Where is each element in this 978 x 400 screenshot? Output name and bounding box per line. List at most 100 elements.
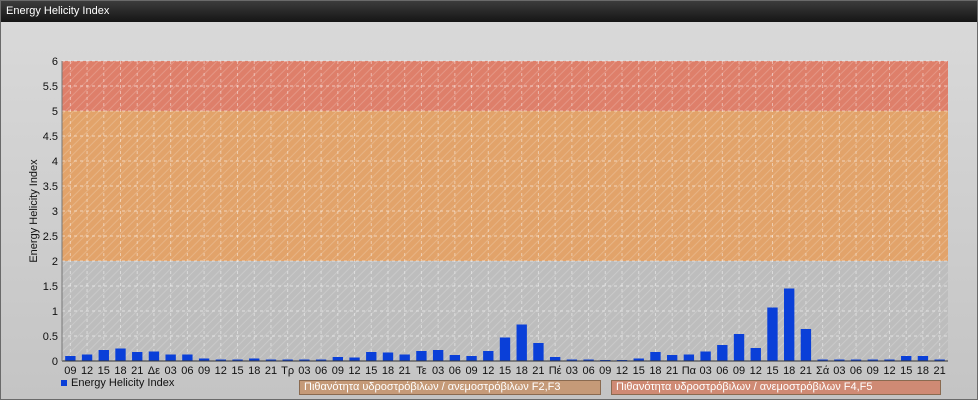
x-tick-label: Τρ xyxy=(281,365,294,377)
bar xyxy=(65,356,76,361)
x-tick-label: 06 xyxy=(181,365,193,377)
y-tick-label: 2.5 xyxy=(43,231,58,243)
x-tick-label: 21 xyxy=(131,365,143,377)
bar xyxy=(683,354,695,361)
x-tick-label: 06 xyxy=(716,365,728,377)
bar xyxy=(366,352,377,361)
bar xyxy=(800,329,812,361)
x-tick-label: 18 xyxy=(783,365,795,377)
x-tick-label: 06 xyxy=(315,365,327,377)
x-tick-label: 21 xyxy=(265,365,277,377)
x-tick-label: 06 xyxy=(850,365,862,377)
y-tick-label: 3 xyxy=(52,206,58,218)
y-tick-label: 4.5 xyxy=(43,131,58,143)
x-tick-label: Σά xyxy=(816,365,830,377)
bar xyxy=(115,348,126,361)
ehi-chart: 0 0.5 1 1.5 2 2.5 3 3.5 4 4.5 5 5.5 6 09 12 15 18 21 Δε 03 0… xyxy=(28,56,948,377)
x-tick-label: 15 xyxy=(98,365,110,377)
x-tick-label: 09 xyxy=(599,365,611,377)
y-tick-label: 0.5 xyxy=(43,331,58,343)
y-tick-label: 5 xyxy=(52,106,58,118)
x-tick-label: 12 xyxy=(616,365,628,377)
x-tick-label: 21 xyxy=(532,365,544,377)
x-tick-label: 18 xyxy=(516,365,528,377)
x-tick-label: 09 xyxy=(733,365,745,377)
x-tick-label: 21 xyxy=(800,365,812,377)
bar xyxy=(750,348,761,361)
bar xyxy=(432,350,444,361)
bar xyxy=(700,351,711,361)
bar xyxy=(332,357,344,361)
bar xyxy=(784,288,795,361)
x-tick-label: 03 xyxy=(298,365,310,377)
bar xyxy=(549,357,561,361)
legend-series-label: Energy Helicity Index xyxy=(71,377,175,389)
bar xyxy=(382,352,394,361)
bar xyxy=(901,356,912,361)
bar xyxy=(399,354,410,361)
y-tick-label: 1.5 xyxy=(43,281,58,293)
x-tick-label: 12 xyxy=(482,365,494,377)
y-tick-label: 4 xyxy=(52,156,58,168)
bar xyxy=(917,356,929,361)
x-tick-label: 09 xyxy=(332,365,344,377)
x-tick-label: 18 xyxy=(382,365,394,377)
bar xyxy=(499,337,511,361)
x-tick-label: 18 xyxy=(114,365,126,377)
x-tick-label: 09 xyxy=(64,365,76,377)
x-tick-label: Τε xyxy=(416,365,427,377)
x-tick-label: 03 xyxy=(833,365,845,377)
legend-band-f4f5: Πιθανότητα υδροστρόβιλων / ανεμοστρόβιλω… xyxy=(611,380,941,395)
x-tick-label: 09 xyxy=(465,365,477,377)
bar xyxy=(733,334,745,361)
x-tick-label: 15 xyxy=(231,365,243,377)
x-tick-label: Πα xyxy=(682,365,697,377)
chart-area: 0 0.5 1 1.5 2 2.5 3 3.5 4 4.5 5 5.5 6 09 12 15 18 21 Δε 03 0… xyxy=(1,22,977,399)
legend-band-f2f3: Πιθανότητα υδροστρόβιλων / ανεμοστρόβιλω… xyxy=(299,380,601,395)
y-tick-label: 3.5 xyxy=(43,181,58,193)
x-tick-label: 21 xyxy=(934,365,946,377)
x-tick-label: 03 xyxy=(432,365,444,377)
x-tick-label: 21 xyxy=(666,365,678,377)
x-tick-label: 12 xyxy=(81,365,93,377)
x-tick-label: 06 xyxy=(582,365,594,377)
bar xyxy=(165,354,176,361)
bar xyxy=(416,351,427,361)
x-tick-label: 18 xyxy=(917,365,929,377)
x-tick-label: 15 xyxy=(499,365,511,377)
y-tick-label: 6 xyxy=(52,56,58,68)
y-tick-label: 1 xyxy=(52,306,58,318)
bar xyxy=(182,354,193,361)
x-tick-label: 06 xyxy=(449,365,461,377)
x-tick-label: Πέ xyxy=(549,365,562,377)
x-tick-label: 03 xyxy=(566,365,578,377)
bar xyxy=(132,352,143,361)
x-tick-label: 12 xyxy=(750,365,762,377)
x-tick-label: 15 xyxy=(900,365,912,377)
bar xyxy=(148,351,160,361)
x-tick-label: 03 xyxy=(165,365,177,377)
x-tick-label: 18 xyxy=(248,365,260,377)
x-tick-label: 09 xyxy=(867,365,879,377)
y-tick-label: 2 xyxy=(52,256,58,268)
panel-title: Energy Helicity Index xyxy=(1,1,977,22)
bar xyxy=(767,307,778,361)
chart-panel: Energy Helicity Index 0 0.5 1 1.5 2 2.5 3 3.5 4 4… xyxy=(0,0,978,400)
x-tick-label: 12 xyxy=(348,365,360,377)
x-tick-label: 15 xyxy=(633,365,645,377)
x-tick-label: Δε xyxy=(148,365,160,377)
bar xyxy=(717,345,728,361)
legend-series[interactable]: Energy Helicity Index xyxy=(61,377,174,389)
bar xyxy=(449,355,461,361)
x-tick-label: 09 xyxy=(198,365,210,377)
bar xyxy=(466,356,477,361)
legend-swatch-icon xyxy=(61,380,67,386)
x-tick-label: 03 xyxy=(699,365,711,377)
bar xyxy=(650,352,661,361)
bar xyxy=(81,354,93,361)
x-tick-label: 15 xyxy=(766,365,778,377)
bar xyxy=(533,343,544,361)
x-tick-label: 21 xyxy=(399,365,411,377)
x-tick-label: 12 xyxy=(215,365,227,377)
bar xyxy=(98,350,109,361)
